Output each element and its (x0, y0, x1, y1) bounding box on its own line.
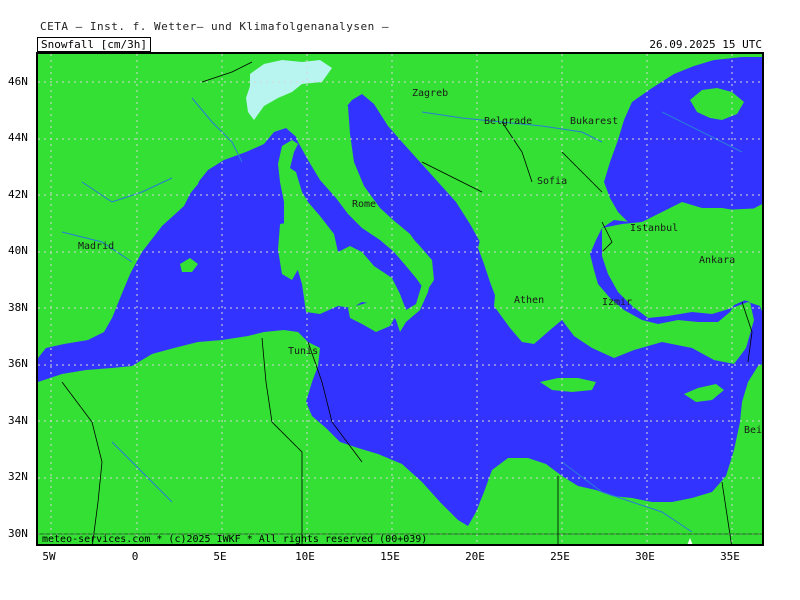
map-canvas: Zagreb Belgrade Bukarest Sofia Rome Ista… (38, 54, 764, 544)
lon-label-10e: 10E (295, 550, 315, 563)
lat-label-38n: 38N (8, 301, 28, 314)
city-belgrade: Belgrade (484, 116, 532, 127)
city-athen: Athen (514, 295, 544, 306)
lat-label-32n: 32N (8, 470, 28, 483)
city-rome: Rome (352, 199, 376, 210)
lon-label-20e: 20E (465, 550, 485, 563)
lat-label-36n: 36N (8, 357, 28, 370)
lon-label-5e: 5E (213, 550, 227, 563)
lon-label-35e: 35E (720, 550, 740, 563)
city-istanbul: Istanbul (630, 223, 678, 234)
city-tunis: Tunis (288, 346, 318, 357)
city-zagreb: Zagreb (412, 88, 448, 99)
copyright-footer: meteo-services.com * (c)2025 IWKF * All … (42, 534, 428, 545)
lon-label-30e: 30E (635, 550, 655, 563)
lon-label-25e: 25E (550, 550, 570, 563)
city-bukarest: Bukarest (570, 116, 618, 127)
lon-label-0: 0 (131, 550, 139, 563)
lat-label-46n: 46N (8, 75, 28, 88)
city-izmir: Izmir (602, 297, 632, 308)
city-madrid: Madrid (78, 241, 114, 252)
lat-label-42n: 42N (8, 188, 28, 201)
parameter-label: Snowfall [cm/3h] (37, 37, 151, 52)
forecast-datetime: 26.09.2025 15 UTC (649, 38, 762, 51)
lat-label-34n: 34N (8, 414, 28, 427)
city-beirut: Beirut (744, 425, 764, 436)
lat-label-44n: 44N (8, 131, 28, 144)
institute-title: CETA — Inst. f. Wetter— und Klimafolgena… (40, 20, 390, 33)
lat-label-30n: 30N (8, 527, 28, 540)
lon-label-15e: 15E (380, 550, 400, 563)
city-ankara: Ankara (699, 255, 735, 266)
lat-label-40n: 40N (8, 244, 28, 257)
lon-label-5w: 5W (42, 550, 56, 563)
map-frame: Zagreb Belgrade Bukarest Sofia Rome Ista… (36, 52, 764, 546)
city-sofia: Sofia (537, 176, 567, 187)
